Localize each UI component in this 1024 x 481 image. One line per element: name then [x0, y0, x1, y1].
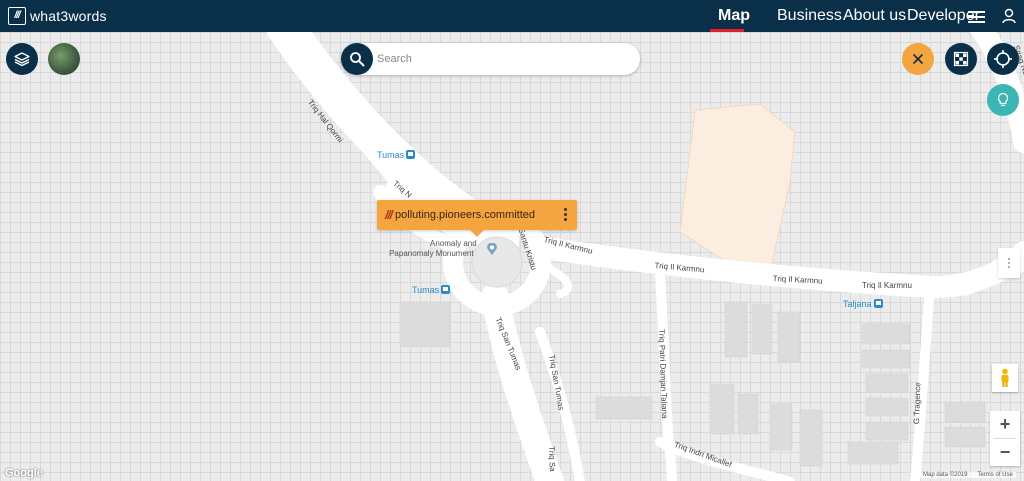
street-view-pegman[interactable]: [992, 364, 1018, 392]
bus-stop-icon: [406, 150, 416, 159]
grid-icon: [953, 51, 969, 67]
transit-stop-label[interactable]: Tumas: [377, 150, 416, 160]
transit-stop-label[interactable]: Tumas: [412, 285, 451, 295]
user-icon[interactable]: [1002, 8, 1016, 24]
pegman-icon: [1001, 368, 1009, 387]
zoom-in-button[interactable]: +: [990, 411, 1020, 438]
poi-label[interactable]: Anomaly and Papanomaly Monument: [386, 239, 477, 259]
nav-business[interactable]: Business: [777, 0, 842, 32]
street-label: Triq Sa: [547, 446, 557, 472]
poi-name-line2: Papanomaly Monument: [389, 249, 474, 258]
map-data-credit: Map data ©2019: [923, 472, 968, 478]
my-location-button[interactable]: [987, 43, 1019, 75]
zoom-controls: + −: [990, 411, 1020, 466]
transit-stop-name: Tumas: [412, 285, 440, 295]
bus-stop-icon: [441, 285, 451, 294]
satellite-view-thumbnail[interactable]: [48, 43, 80, 75]
nav-map[interactable]: Map: [718, 0, 750, 32]
map-layers-button[interactable]: [6, 43, 38, 75]
street-label: G Tragence: [912, 382, 923, 425]
map-attribution: Map data ©2019 Terms of Use: [920, 472, 1016, 478]
what3words-logo[interactable]: /// what3words: [8, 7, 107, 25]
lightbulb-icon: [997, 92, 1009, 107]
zoom-out-button[interactable]: −: [990, 439, 1020, 466]
search-input[interactable]: [377, 50, 627, 68]
poi-marker-icon[interactable]: [487, 242, 497, 255]
transit-stop-label[interactable]: Taljana: [843, 299, 883, 309]
side-panel-toggle[interactable]: [998, 248, 1020, 278]
google-logo: Google: [5, 467, 43, 479]
w3w-slashes: ///: [385, 208, 393, 222]
crosshair-icon: [994, 50, 1012, 68]
tips-button[interactable]: [987, 84, 1019, 116]
nav-about-us[interactable]: About us: [843, 0, 906, 32]
map-canvas[interactable]: Triq Hal Qormi Tumas Triq N Anomaly and …: [0, 32, 1024, 481]
terms-of-use-link[interactable]: Terms of Use: [977, 472, 1012, 478]
vertical-dots-icon: [1008, 258, 1010, 268]
bus-stop-icon: [873, 299, 883, 308]
layers-icon: [14, 52, 30, 67]
w3w-address-popup[interactable]: /// polluting.pioneers.committed: [377, 200, 577, 237]
street-label: Triq Il Karmnu: [862, 281, 912, 290]
more-options-icon[interactable]: [562, 208, 568, 222]
transit-stop-name: Tumas: [377, 150, 405, 160]
poi-name-line1: Anomaly and: [430, 239, 477, 248]
logo-text: what3words: [30, 8, 107, 24]
search-button[interactable]: [341, 43, 373, 75]
map-roads: [266, 32, 1024, 481]
hamburger-icon[interactable]: [968, 11, 985, 23]
w3w-address: polluting.pioneers.committed: [395, 209, 536, 221]
search-icon: [350, 52, 365, 67]
close-icon: [913, 54, 923, 64]
close-button[interactable]: [902, 43, 934, 75]
top-navbar: /// what3words Map Business About us Dev…: [0, 0, 1024, 32]
logo-slashes: ///: [8, 7, 26, 25]
search-bar: [341, 43, 640, 75]
grid-toggle-button[interactable]: [945, 43, 977, 75]
transit-stop-name: Taljana: [843, 299, 872, 309]
